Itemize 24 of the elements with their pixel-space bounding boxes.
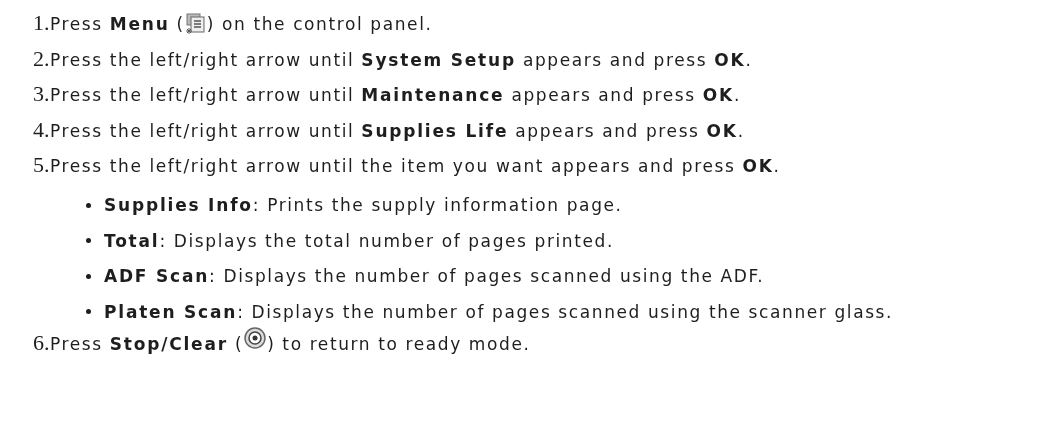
step-text: Press the left/right arrow until System Setup appears and press OK. bbox=[50, 49, 753, 70]
bullet-icon bbox=[86, 202, 91, 208]
step-text: ) to return to ready mode. bbox=[267, 333, 531, 354]
bullet-text: Platen Scan: Displays the number of pages scanned using the scanner glass. bbox=[104, 301, 894, 322]
bullet-icon bbox=[86, 273, 91, 279]
step-text: Press Menu ( bbox=[50, 14, 185, 34]
step-text: Press the left/right arrow until Maintenance appears and press OK. bbox=[50, 85, 741, 105]
step-number: 6. bbox=[33, 329, 50, 356]
bullet-text: Supplies Info: Prints the supply information page. bbox=[104, 195, 623, 216]
menu-icon bbox=[185, 13, 206, 35]
bullet-text: ADF Scan: Displays the number of pages scanned using the ADF. bbox=[104, 266, 765, 287]
step-text: ) on the control panel. bbox=[206, 14, 433, 34]
step-text: Press Stop/Clear ( bbox=[50, 333, 244, 354]
step-number: 4. bbox=[33, 116, 50, 143]
bullet-icon bbox=[86, 309, 91, 315]
step-number: 5. bbox=[33, 152, 50, 178]
bullet-icon bbox=[86, 238, 91, 244]
step-text: Press the left/right arrow until Supplies Life appears and press OK. bbox=[50, 120, 745, 141]
step-number: 3. bbox=[33, 81, 50, 107]
step-number: 2. bbox=[33, 45, 50, 72]
step-text: Press the left/right arrow until the item you want appears and press OK. bbox=[50, 156, 781, 176]
step-number: 1. bbox=[33, 10, 50, 36]
stop-icon bbox=[244, 326, 267, 349]
bullet-text: Total: Displays the total number of pages printed. bbox=[104, 230, 614, 251]
